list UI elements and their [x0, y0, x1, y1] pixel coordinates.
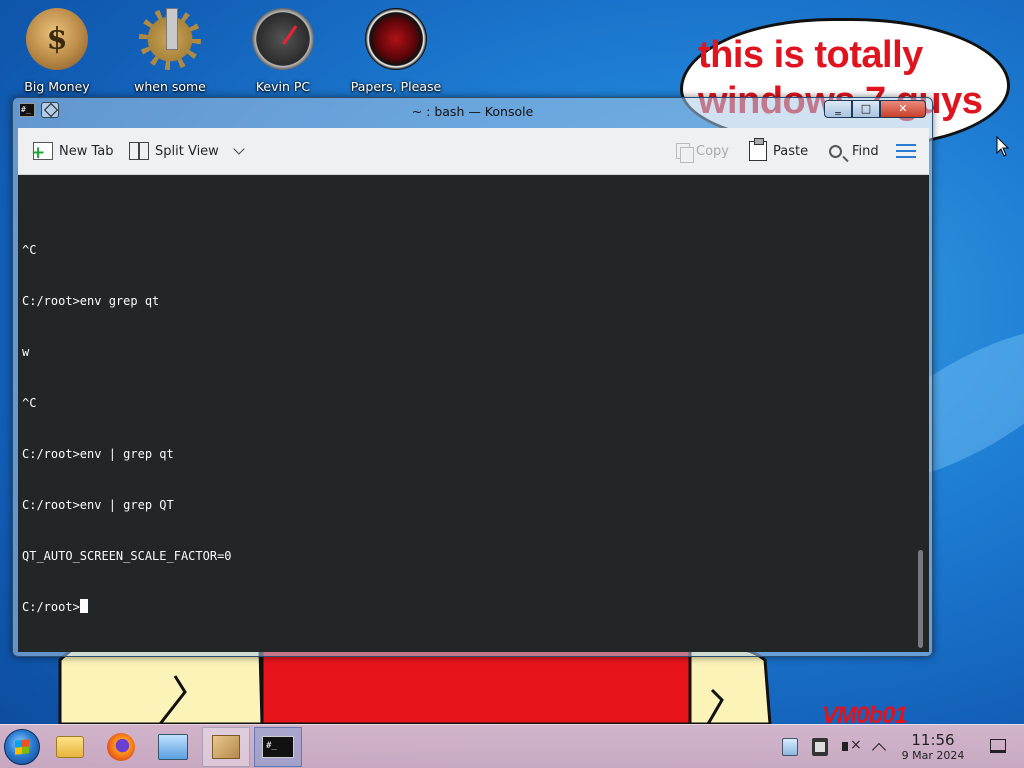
search-icon	[829, 144, 842, 158]
terminal-line: w	[22, 345, 30, 359]
terminal-line: C:/root>env grep qt	[22, 294, 160, 308]
desktop-icon-kevin-pc[interactable]: Kevin PC	[228, 8, 338, 95]
gear-tower-icon	[139, 8, 201, 70]
taskbar-item-konsole[interactable]: #_	[254, 727, 302, 767]
package-box-icon	[212, 735, 240, 759]
new-tab-icon	[31, 142, 53, 160]
clipboard-icon	[812, 738, 828, 756]
desktop-icon-big-money[interactable]: Big Money	[2, 8, 112, 95]
terminal-line: ^C	[22, 243, 37, 257]
terminal-prompt-line[interactable]: C:/root>	[22, 599, 232, 616]
desktop-icon-when-some[interactable]: when some	[115, 8, 225, 95]
konsole-window: #_ ~ : bash — Konsole ‗ □ ✕ New Tab Spli…	[12, 97, 933, 657]
terminal-output[interactable]: ^C C:/root>env grep qt w ^C C:/root>env …	[18, 175, 929, 652]
desktop-icon-label: Kevin PC	[255, 79, 311, 94]
hamburger-menu-icon	[896, 144, 916, 158]
terminal-cursor	[79, 599, 88, 613]
new-tab-button[interactable]: New Tab	[31, 139, 114, 163]
vault-icon	[782, 738, 798, 756]
chevron-down-icon[interactable]	[233, 143, 245, 155]
desktop-icon-label: when some	[134, 79, 206, 94]
desktop-icon-label: Papers, Please	[350, 79, 442, 94]
split-view-button[interactable]: Split View	[129, 139, 245, 163]
speed-gauge-icon	[252, 8, 314, 70]
taskbar-item-firefox[interactable]	[97, 727, 145, 767]
tray-volume[interactable]	[842, 725, 862, 768]
konsole-toolbar: New Tab Split View Copy Paste Find	[18, 128, 929, 175]
minimize-button[interactable]: ‗	[824, 100, 852, 118]
window-controls: ‗ □ ✕	[824, 100, 926, 118]
tray-expand[interactable]	[871, 725, 887, 768]
terminal-scrollbar[interactable]	[918, 550, 923, 648]
split-view-icon	[129, 142, 149, 160]
papers-please-icon	[365, 8, 427, 70]
window-titlebar[interactable]: #_ ~ : bash — Konsole ‗ □ ✕	[13, 98, 932, 126]
window-title: ~ : bash — Konsole	[411, 104, 534, 119]
clock-date: 9 Mar 2024	[901, 749, 965, 762]
terminal-icon: #_	[262, 736, 294, 758]
taskbar-item-package[interactable]	[202, 727, 250, 767]
show-desktop-icon[interactable]	[990, 739, 1006, 753]
paste-button[interactable]: Paste	[749, 138, 809, 163]
find-button[interactable]: Find	[829, 139, 879, 163]
control-panel-icon	[158, 734, 188, 760]
copy-icon	[676, 143, 694, 163]
mouse-pointer-icon	[996, 136, 1010, 157]
desktop-icon-papers-please[interactable]: Papers, Please	[341, 8, 451, 95]
money-bag-icon	[26, 8, 88, 70]
firefox-icon	[107, 733, 135, 761]
terminal-line: QT_AUTO_SCREEN_SCALE_FACTOR=0	[22, 549, 232, 563]
terminal-line: C:/root>env | grep qt	[22, 447, 174, 461]
split-view-label: Split View	[155, 143, 219, 159]
taskbar-item-file-manager[interactable]	[46, 727, 94, 767]
terminal-line: C:/root>env | grep QT	[22, 498, 174, 512]
copy-label: Copy	[696, 143, 729, 159]
desktop-icon-label: Big Money	[24, 79, 90, 94]
taskbar-item-control-panel[interactable]	[149, 727, 197, 767]
folder-icon	[56, 736, 84, 758]
taskbar: #_ 11:56 9 Mar 2024	[0, 724, 1024, 768]
chevron-up-icon	[871, 742, 887, 758]
tray-clipboard[interactable]	[812, 725, 828, 768]
clock[interactable]: 11:56 9 Mar 2024	[890, 731, 976, 763]
new-tab-label: New Tab	[59, 143, 114, 159]
clock-time: 11:56	[911, 731, 955, 749]
hamburger-menu-button[interactable]	[896, 139, 916, 163]
volume-muted-icon	[842, 737, 862, 756]
paste-label: Paste	[773, 143, 809, 159]
terminal-lines: ^C C:/root>env grep qt w ^C C:/root>env …	[22, 208, 232, 650]
start-button[interactable]	[4, 729, 40, 765]
maximize-button[interactable]: □	[852, 100, 880, 118]
terminal-prompt: C:/root>	[22, 600, 80, 614]
find-label: Find	[852, 143, 879, 159]
close-button[interactable]: ✕	[880, 100, 926, 118]
paste-icon	[749, 138, 767, 161]
tray-vault[interactable]	[782, 725, 798, 768]
copy-button[interactable]: Copy	[676, 139, 729, 163]
terminal-line: ^C	[22, 396, 37, 410]
